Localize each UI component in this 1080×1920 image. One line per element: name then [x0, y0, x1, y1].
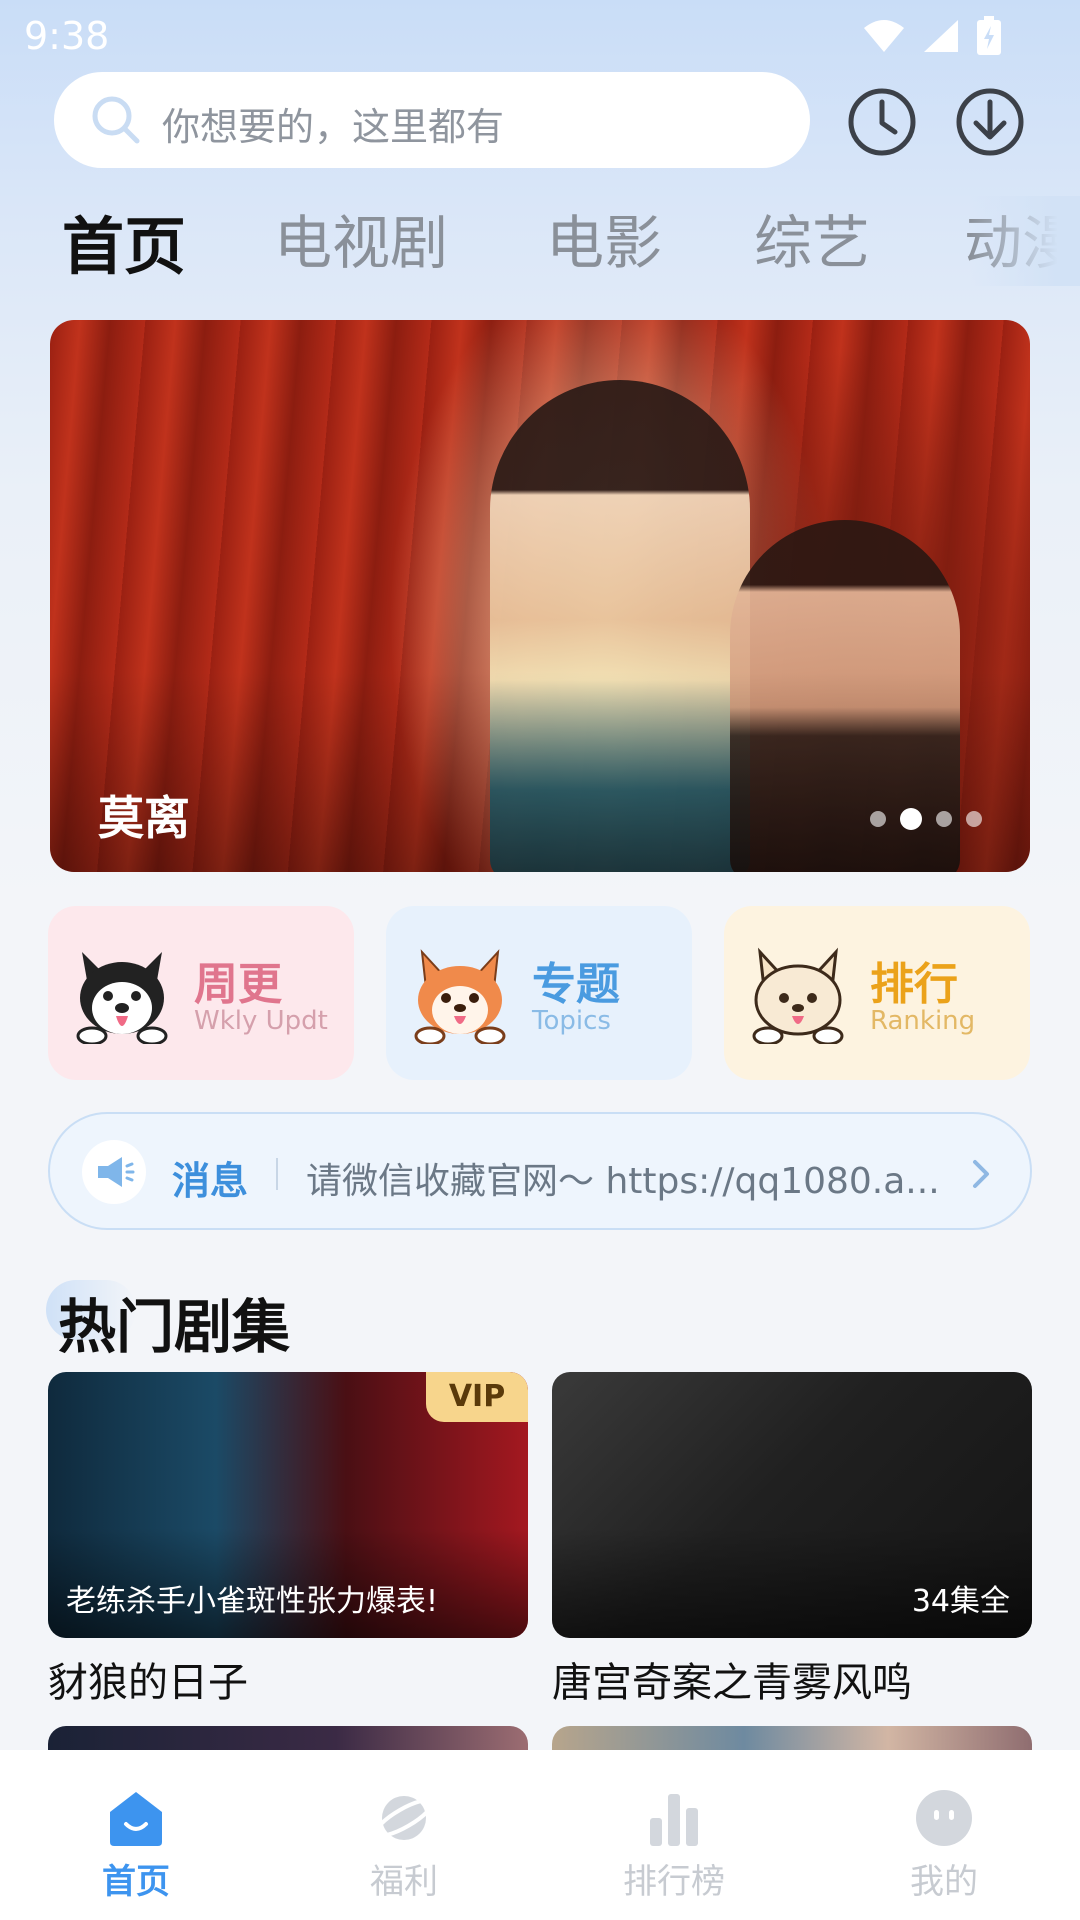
- status-time: 9:38: [24, 14, 110, 58]
- nav-mine[interactable]: 我的: [854, 1788, 1034, 1903]
- section-title: 热门剧集: [58, 1293, 291, 1361]
- banner-shade: [50, 672, 1030, 872]
- bar-chart-icon: [650, 1794, 698, 1846]
- nav-ranking[interactable]: 排行榜: [584, 1788, 764, 1903]
- banner-title: 莫离: [98, 791, 190, 845]
- notice-divider: [276, 1158, 278, 1190]
- tab-movies[interactable]: 电影: [546, 196, 662, 280]
- tabs-fade-overlay: [970, 196, 1080, 286]
- show-poster[interactable]: 34集全: [552, 1372, 1032, 1638]
- profile-face-icon: [916, 1790, 972, 1846]
- notice-text: 请微信收藏官网～ https://qq1080.a...: [306, 1161, 940, 1202]
- search-placeholder: 你想要的，这里都有: [162, 105, 505, 149]
- pagination-dot[interactable]: [870, 811, 886, 827]
- weekly-updates-card[interactable]: 周更 Wkly Updt: [48, 906, 354, 1080]
- tab-home[interactable]: 首页: [62, 196, 186, 286]
- search-input[interactable]: 你想要的，这里都有: [54, 72, 810, 168]
- topics-subtitle: Topics: [532, 1006, 611, 1036]
- battery-icon: [977, 16, 1001, 55]
- show-card[interactable]: VIP 老练杀手小雀斑性张力爆表! 豺狼的日子: [48, 1372, 528, 1708]
- ranking-card[interactable]: 排行 Ranking: [724, 906, 1030, 1080]
- corgi-mascot-icon: [414, 949, 506, 1044]
- home-icon: [110, 1792, 162, 1846]
- weekly-updates-title: 周更: [194, 959, 282, 1010]
- pagination-dot[interactable]: [966, 811, 982, 827]
- nav-home[interactable]: 首页: [46, 1788, 226, 1903]
- cell-signal-icon: [924, 20, 958, 52]
- tab-tv-series[interactable]: 电视剧: [274, 196, 448, 280]
- chevron-right-icon[interactable]: [970, 1158, 992, 1190]
- episode-count: 34集全: [911, 1584, 1010, 1619]
- nav-home-label: 首页: [102, 1862, 170, 1902]
- nav-mine-label: 我的: [910, 1862, 978, 1902]
- nav-ranking-label: 排行榜: [623, 1862, 725, 1902]
- nav-welfare[interactable]: 福利: [314, 1788, 494, 1903]
- vip-badge: VIP: [426, 1372, 528, 1422]
- weekly-updates-subtitle: Wkly Updt: [194, 1006, 328, 1036]
- notice-bar[interactable]: 消息 请微信收藏官网～ https://qq1080.a...: [48, 1112, 1032, 1230]
- topics-title: 专题: [532, 959, 620, 1010]
- tab-variety[interactable]: 综艺: [754, 196, 870, 280]
- bottom-navigation: 首页 福利 排行榜 我的: [0, 1750, 1080, 1920]
- pagination-dot[interactable]: [936, 811, 952, 827]
- hero-banner[interactable]: 莫离: [50, 320, 1030, 872]
- planet-icon: [373, 1796, 435, 1840]
- show-card[interactable]: 34集全 唐宫奇案之青雾风鸣: [552, 1372, 1032, 1708]
- status-bar: 9:38: [0, 0, 1080, 72]
- topics-card[interactable]: 专题 Topics: [386, 906, 692, 1080]
- megaphone-icon: [98, 1157, 135, 1187]
- husky-mascot-icon: [76, 952, 168, 1044]
- nav-welfare-label: 福利: [370, 1862, 438, 1902]
- banner-pagination: [870, 808, 982, 830]
- shiba-mascot-icon: [752, 947, 844, 1044]
- status-icons: [862, 16, 1002, 56]
- show-title[interactable]: 唐宫奇案之青雾风鸣: [552, 1650, 1032, 1708]
- show-caption: 老练杀手小雀斑性张力爆表!: [66, 1584, 439, 1619]
- search-icon: [92, 96, 140, 144]
- wifi-icon: [864, 20, 904, 52]
- pagination-dot-active[interactable]: [900, 808, 922, 830]
- show-poster[interactable]: VIP 老练杀手小雀斑性张力爆表!: [48, 1372, 528, 1638]
- show-title[interactable]: 豺狼的日子: [48, 1650, 528, 1708]
- ranking-title: 排行: [870, 959, 958, 1010]
- notice-icon-container: [82, 1140, 146, 1204]
- download-icon[interactable]: [954, 86, 1026, 158]
- category-tabs: 首页 电视剧 电影 综艺 动漫: [0, 196, 1080, 286]
- notice-label: 消息: [172, 1159, 249, 1203]
- ranking-subtitle: Ranking: [870, 1006, 976, 1036]
- history-clock-icon[interactable]: [846, 86, 918, 158]
